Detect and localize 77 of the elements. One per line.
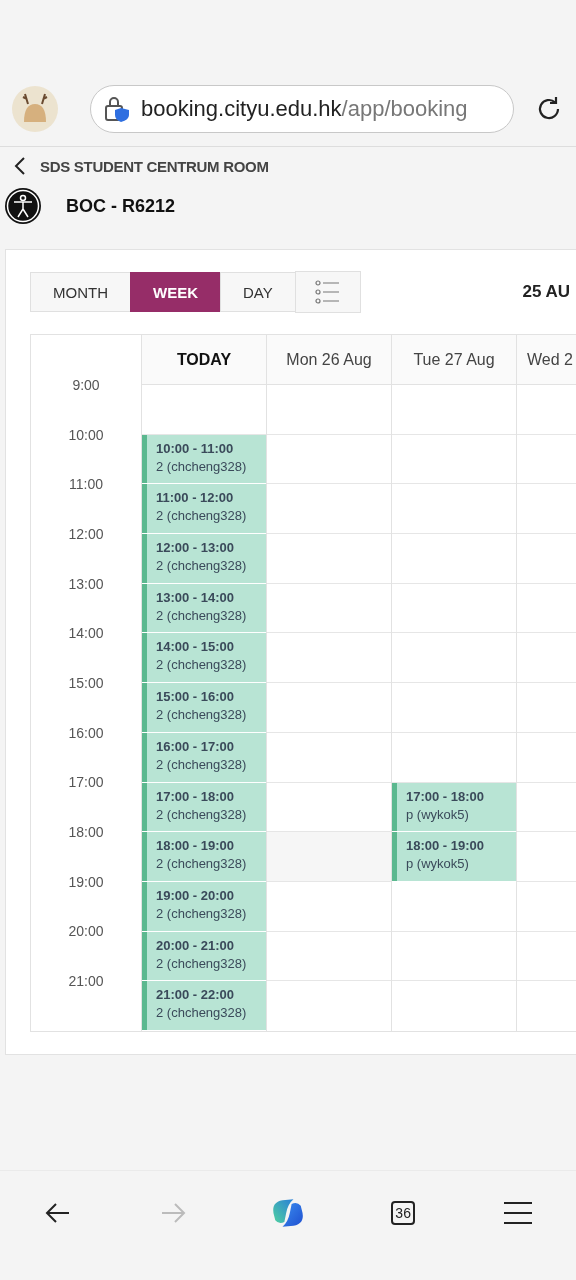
booking-event[interactable]: 16:00 - 17:00 2 (chcheng328) [142,732,266,782]
booking-event[interactable]: 17:00 - 18:00 p (wykok5) [392,782,516,832]
url-text: booking.cityu.edu.hk/app/booking [141,96,468,122]
time-label: 14:00 [67,624,105,644]
time-label: 9:00 [71,375,101,395]
time-label: 17:00 [67,773,105,793]
event-owner: 2 (chcheng328) [156,706,248,725]
event-time: 17:00 - 18:00 [156,787,236,806]
event-owner: 2 (chcheng328) [156,656,248,675]
day-header: TODAY [142,335,266,385]
accessibility-icon[interactable] [4,187,42,225]
event-time: 17:00 - 18:00 [406,787,486,806]
booking-event[interactable]: 10:00 - 11:00 2 (chcheng328) [142,434,266,484]
booking-event[interactable]: 19:00 - 20:00 2 (chcheng328) [142,881,266,931]
breadcrumb-link[interactable]: SDS STUDENT CENTRUM ROOM [40,157,269,175]
booking-event[interactable]: 15:00 - 16:00 2 (chcheng328) [142,683,266,732]
view-tab[interactable]: MONTH [30,272,131,312]
event-owner: p (wykok5) [406,855,470,874]
back-arrow-icon [44,1202,71,1224]
booking-event[interactable]: 12:00 - 13:00 2 (chcheng328) [142,534,266,583]
booking-event[interactable]: 18:00 - 19:00 p (wykok5) [392,832,516,881]
time-label: 21:00 [67,972,105,992]
calendar-cell[interactable] [267,832,391,882]
view-tab[interactable]: DAY [220,272,296,312]
event-owner: 2 (chcheng328) [156,954,248,973]
event-time: 13:00 - 14:00 [156,588,236,607]
back-icon[interactable] [12,156,28,176]
event-time: 18:00 - 19:00 [406,837,486,856]
view-tab[interactable]: WEEK [130,272,221,312]
day-header: Mon 26 Aug [267,335,391,385]
event-time: 16:00 - 17:00 [156,737,236,756]
day-header: Tue 27 Aug [392,335,516,385]
event-owner: 2 (chcheng328) [156,904,248,923]
event-time: 18:00 - 19:00 [156,837,236,856]
lock-icon [103,95,131,123]
booking-event[interactable]: 20:00 - 21:00 2 (chcheng328) [142,931,266,981]
address-bar[interactable]: booking.cityu.edu.hk/app/booking [90,85,514,133]
event-owner: 2 (chcheng328) [156,855,248,874]
avatar-icon[interactable] [12,86,58,132]
event-owner: p (wykok5) [406,805,470,824]
booking-event[interactable]: 21:00 - 22:00 2 (chcheng328) [142,981,266,1030]
time-label: 20:00 [67,922,105,942]
event-time: 14:00 - 15:00 [156,638,236,657]
day-header: Wed 2 [517,335,576,385]
date-range: 25 AU [522,282,570,302]
event-owner: 2 (chcheng328) [156,606,248,625]
time-label: 11:00 [68,475,104,495]
menu-icon [503,1201,534,1225]
booking-event[interactable]: 11:00 - 12:00 2 (chcheng328) [142,484,266,534]
event-time: 15:00 - 16:00 [156,688,236,707]
forward-arrow-icon [159,1202,186,1224]
time-label: 10:00 [67,425,105,445]
event-owner: 2 (chcheng328) [156,507,248,526]
time-label: 19:00 [67,872,105,892]
event-owner: 2 (chcheng328) [156,557,248,576]
booking-event[interactable]: 17:00 - 18:00 2 (chcheng328) [142,782,266,832]
booking-event[interactable]: 14:00 - 15:00 2 (chcheng328) [142,633,266,683]
event-owner: 2 (chcheng328) [156,1004,248,1023]
booking-event[interactable]: 18:00 - 19:00 2 (chcheng328) [142,832,266,881]
event-time: 20:00 - 21:00 [156,936,236,955]
event-time: 19:00 - 20:00 [156,886,236,905]
tabs-button[interactable]: 36 [383,1193,424,1233]
booking-event[interactable]: 13:00 - 14:00 2 (chcheng328) [142,583,266,633]
event-owner: 2 (chcheng328) [156,805,248,824]
event-time: 12:00 - 13:00 [156,539,236,558]
event-time: 10:00 - 11:00 [156,439,235,458]
room-title: BOC - R6212 [66,195,176,217]
event-owner: 2 (chcheng328) [156,755,248,774]
time-label: 12:00 [67,524,105,544]
event-time: 11:00 - 12:00 [156,489,235,508]
time-label: 16:00 [67,723,105,743]
time-label: 18:00 [67,823,105,843]
event-time: 21:00 - 22:00 [156,986,236,1005]
time-label: 15:00 [67,673,105,693]
list-icon [314,280,341,304]
event-owner: 2 (chcheng328) [156,457,248,476]
time-label: 13:00 [67,574,105,594]
